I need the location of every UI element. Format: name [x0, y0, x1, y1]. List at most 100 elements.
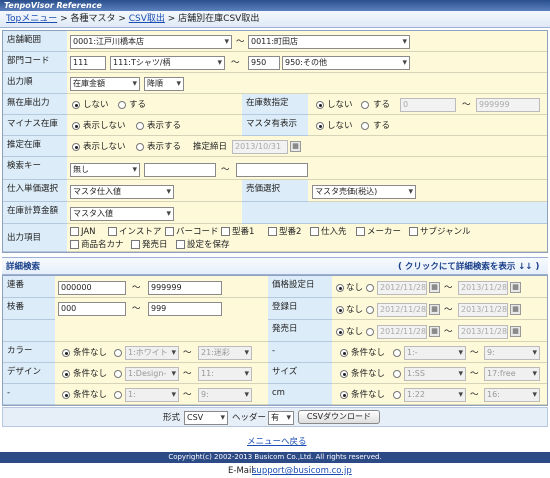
- item-save-setting-checkbox[interactable]: [176, 240, 185, 249]
- item-instore-checkbox[interactable]: [108, 227, 117, 236]
- cm-range-radio[interactable]: [393, 391, 401, 399]
- csv-download-button[interactable]: CSVダウンロード: [298, 410, 380, 424]
- release-date-from-input[interactable]: 2012/11/28: [377, 325, 427, 339]
- size-to-select[interactable]: 17:free: [484, 367, 540, 381]
- stock-count-from-input[interactable]: 0: [400, 98, 456, 112]
- release-date-range-radio[interactable]: [366, 328, 374, 336]
- release-date-none-radio[interactable]: [336, 328, 344, 336]
- stock-count-no-radio[interactable]: [316, 101, 324, 109]
- dash-to-select[interactable]: 9:: [198, 388, 252, 402]
- header-select[interactable]: 有: [268, 411, 294, 425]
- estimate-hide-radio[interactable]: [72, 143, 80, 151]
- search-key-to-input[interactable]: [236, 163, 308, 177]
- estimate-label: 推定在庫: [3, 136, 67, 157]
- item-model2-checkbox[interactable]: [268, 227, 277, 236]
- master-disp-no-radio[interactable]: [316, 122, 324, 130]
- price-date-to-input[interactable]: 2013/11/28: [458, 281, 508, 295]
- dept-to-select[interactable]: 950:その他: [282, 56, 410, 70]
- minus-hide-radio[interactable]: [72, 122, 80, 130]
- tilde: 〜: [444, 305, 453, 315]
- detail-search-toggle[interactable]: ( クリックにて詳細検索を表示 ↓↓ ): [398, 261, 539, 273]
- calendar-icon[interactable]: ▦: [429, 282, 440, 293]
- calendar-icon[interactable]: ▦: [290, 141, 301, 152]
- order-direction-select[interactable]: 降順: [144, 77, 184, 91]
- serial-to-input[interactable]: 999999: [148, 281, 222, 295]
- item-kana-checkbox[interactable]: [70, 240, 79, 249]
- price-date-from-input[interactable]: 2012/11/28: [377, 281, 427, 295]
- dash-from-select[interactable]: 1:: [125, 388, 179, 402]
- estimate-show-radio[interactable]: [136, 143, 144, 151]
- reg-date-to-input[interactable]: 2013/11/28: [458, 303, 508, 317]
- search-key-from-input[interactable]: [144, 163, 216, 177]
- size-range-radio[interactable]: [393, 370, 401, 378]
- store-to-select[interactable]: 0011:町田店: [248, 35, 410, 49]
- detail-search-header[interactable]: 詳細検索 ( クリックにて詳細検索を表示 ↓↓ ): [2, 257, 548, 275]
- item-release-checkbox[interactable]: [131, 240, 140, 249]
- reg-date-range-radio[interactable]: [366, 306, 374, 314]
- stock-count-no-label: しない: [327, 100, 353, 110]
- color-r-to-select[interactable]: 9:: [484, 346, 540, 360]
- dash-none-radio[interactable]: [62, 391, 70, 399]
- size-from-select[interactable]: 1:SS: [404, 367, 466, 381]
- item-subgenre-checkbox[interactable]: [409, 227, 418, 236]
- color-r-none-radio[interactable]: [340, 349, 348, 357]
- format-select[interactable]: CSV: [184, 411, 228, 425]
- stock-count-yes-radio[interactable]: [361, 101, 369, 109]
- dept-to-code-input[interactable]: 950: [248, 56, 280, 70]
- reg-date-from-input[interactable]: 2012/11/28: [377, 303, 427, 317]
- item-subgenre-label: サブジャンル: [420, 227, 471, 237]
- cm-from-select[interactable]: 1:22: [404, 388, 466, 402]
- color-to-select[interactable]: 21:迷彩: [198, 346, 252, 360]
- color-none-radio[interactable]: [62, 349, 70, 357]
- calendar-icon[interactable]: ▦: [510, 304, 521, 315]
- search-key-select[interactable]: 無し: [70, 163, 140, 177]
- design-range-radio[interactable]: [114, 370, 122, 378]
- calendar-icon[interactable]: ▦: [510, 282, 521, 293]
- reg-date-none-radio[interactable]: [336, 306, 344, 314]
- item-jan-checkbox[interactable]: [70, 227, 79, 236]
- breadcrumb-csv-link[interactable]: CSV取出: [129, 14, 165, 24]
- price-date-range-radio[interactable]: [366, 284, 374, 292]
- release-date-to-input[interactable]: 2013/11/28: [458, 325, 508, 339]
- item-barcode-checkbox[interactable]: [165, 227, 174, 236]
- dash-range-radio[interactable]: [114, 391, 122, 399]
- master-disp-yes-radio[interactable]: [361, 122, 369, 130]
- stock-calc-select[interactable]: マスタ入値: [70, 207, 174, 221]
- back-to-menu-link[interactable]: メニューへ戻る: [247, 435, 307, 447]
- no-stock-no-radio[interactable]: [72, 101, 80, 109]
- estimate-hide-label: 表示しない: [83, 142, 126, 152]
- price-date-none-radio[interactable]: [336, 284, 344, 292]
- calendar-icon[interactable]: ▦: [510, 326, 521, 337]
- email-link[interactable]: support@busicom.co.jp: [252, 465, 352, 477]
- estimate-date-input[interactable]: 2013/10/31: [232, 140, 288, 154]
- store-from-select[interactable]: 0001:江戸川橋本店: [70, 35, 232, 49]
- cm-none-radio[interactable]: [340, 391, 348, 399]
- calendar-icon[interactable]: ▦: [429, 326, 440, 337]
- item-maker-checkbox[interactable]: [356, 227, 365, 236]
- branch-from-input[interactable]: 000: [58, 302, 126, 316]
- no-stock-yes-radio[interactable]: [118, 101, 126, 109]
- color-r-range-radio[interactable]: [393, 349, 401, 357]
- order-field-select[interactable]: 在庫金額: [70, 77, 140, 91]
- design-from-select[interactable]: 1:Design-: [125, 367, 179, 381]
- breadcrumb-top-link[interactable]: Topメニュー: [6, 14, 57, 24]
- item-model1-label: 型番1: [232, 227, 255, 237]
- sell-price-select[interactable]: マスタ売価(税込): [312, 185, 416, 199]
- dept-from-select[interactable]: 111:Tシャツ/柄: [110, 56, 225, 70]
- design-none-radio[interactable]: [62, 370, 70, 378]
- item-supplier-checkbox[interactable]: [310, 227, 319, 236]
- size-none-radio[interactable]: [340, 370, 348, 378]
- dept-from-code-input[interactable]: 111: [70, 56, 106, 70]
- color-range-radio[interactable]: [114, 349, 122, 357]
- minus-show-radio[interactable]: [136, 122, 144, 130]
- cm-to-select[interactable]: 16:: [484, 388, 540, 402]
- color-from-select[interactable]: 1:ホワイト: [125, 346, 179, 360]
- design-to-select[interactable]: 11:: [198, 367, 252, 381]
- serial-from-input[interactable]: 000000: [58, 281, 126, 295]
- stock-count-to-input[interactable]: 999999: [476, 98, 540, 112]
- purchase-price-select[interactable]: マスタ仕入値: [70, 185, 174, 199]
- calendar-icon[interactable]: ▦: [429, 304, 440, 315]
- branch-to-input[interactable]: 999: [148, 302, 222, 316]
- color-r-from-select[interactable]: 1:-: [404, 346, 466, 360]
- item-model1-checkbox[interactable]: [221, 227, 230, 236]
